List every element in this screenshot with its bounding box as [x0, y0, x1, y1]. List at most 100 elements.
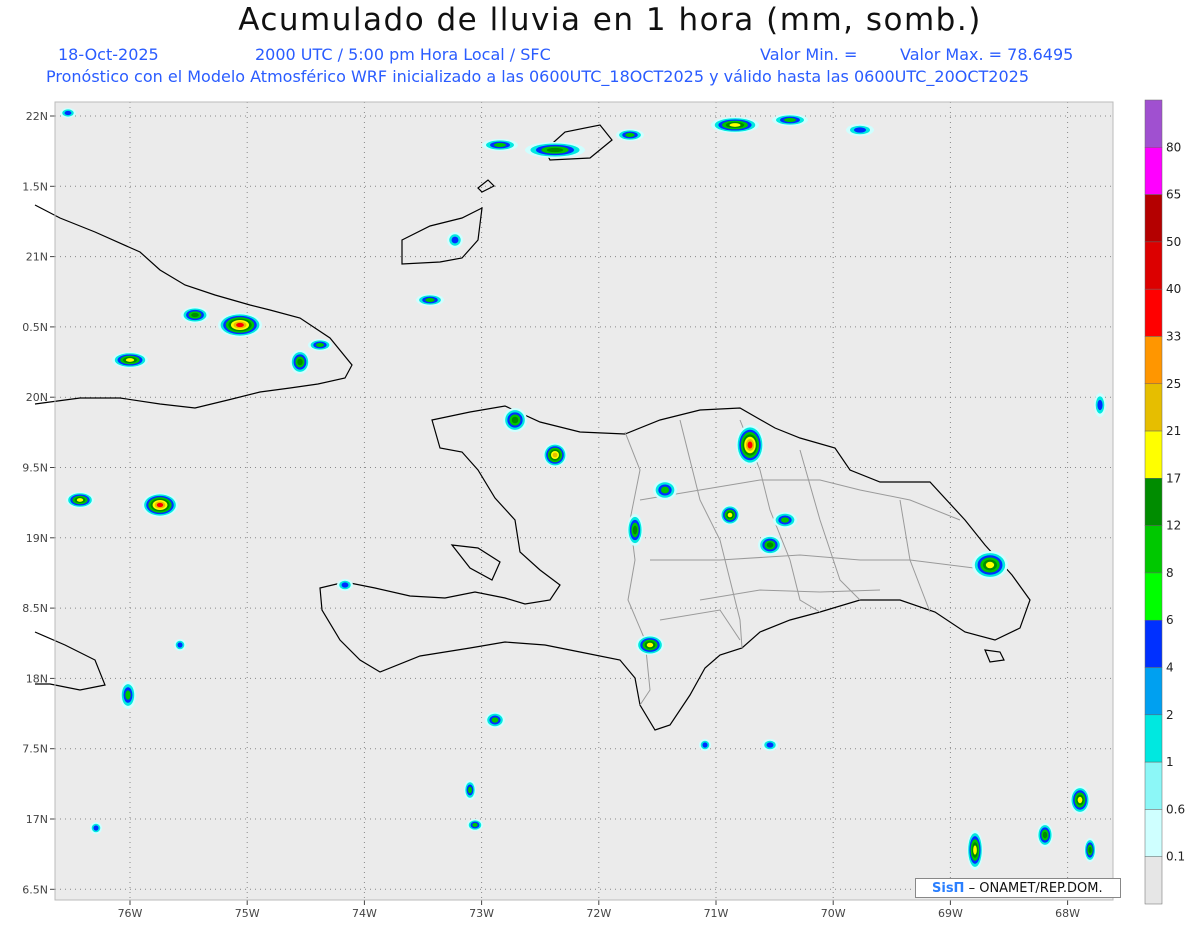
- rain-cell: [1070, 786, 1090, 814]
- colorbar-label: 25: [1166, 377, 1181, 391]
- rain-cell: [773, 512, 797, 528]
- max-value: Valor Max. = 78.6495: [900, 45, 1074, 64]
- rain-contour: [702, 742, 708, 748]
- rain-cell: [772, 114, 808, 126]
- rain-cell: [112, 352, 148, 368]
- colorbar-label: 2: [1166, 708, 1174, 722]
- rain-cell: [337, 579, 353, 591]
- colorbar: 0.10.612468121721253340506580: [1144, 99, 1185, 905]
- rain-contour: [156, 502, 164, 508]
- rain-cell: [711, 117, 759, 133]
- lat-label: 8.5N: [22, 602, 48, 615]
- colorbar-swatch: [1144, 194, 1163, 243]
- rain-contour: [646, 642, 654, 648]
- lon-label: 68W: [1055, 907, 1080, 920]
- lat-label: 19N: [26, 532, 48, 545]
- colorbar-swatch: [1144, 430, 1163, 479]
- rain-cell: [720, 505, 740, 525]
- rain-contour: [985, 561, 995, 569]
- rain-cell: [653, 480, 677, 500]
- rain-cell: [464, 780, 476, 800]
- rain-cell: [846, 124, 874, 136]
- rain-cell: [66, 492, 94, 508]
- lat-label: 9.5N: [22, 462, 48, 475]
- rain-contour: [552, 452, 558, 458]
- colorbar-swatch: [1144, 572, 1163, 621]
- rain-cell: [1084, 838, 1096, 862]
- rain-contour: [341, 582, 349, 588]
- rain-contour: [766, 542, 774, 548]
- credit-box: SisΠ – ONAMET/REP.DOM.: [915, 878, 1121, 898]
- colorbar-label: 17: [1166, 471, 1181, 485]
- colorbar-swatch: [1144, 856, 1163, 905]
- lon-label: 76W: [118, 907, 143, 920]
- lat-label: 21N: [26, 251, 48, 264]
- rain-cell: [525, 142, 585, 158]
- rain-cell: [736, 425, 764, 465]
- rain-contour: [632, 525, 638, 535]
- map-area: [55, 102, 1113, 900]
- rain-contour: [766, 742, 774, 748]
- rain-contour: [781, 517, 789, 523]
- rain-cell: [181, 307, 209, 323]
- rain-cell: [290, 350, 310, 374]
- rain-cell: [616, 129, 644, 141]
- colorbar-label: 12: [1166, 519, 1181, 533]
- rain-contour: [491, 717, 499, 723]
- lon-label: 73W: [469, 907, 494, 920]
- colorbar-swatch: [1144, 288, 1163, 337]
- rain-cell: [90, 822, 102, 834]
- rain-contour: [177, 642, 183, 648]
- rain-contour: [625, 133, 635, 137]
- colorbar-label: 6: [1166, 613, 1174, 627]
- rain-contour: [472, 823, 478, 827]
- rainfall-map: 22N 1.5N 21N 0.5N 20N 9.5N 19N 8.5N 18N 7.5N 17N 6.…: [22, 99, 1185, 920]
- colorbar-swatch: [1144, 619, 1163, 668]
- colorbar-swatch: [1144, 336, 1163, 385]
- lat-label: 1.5N: [22, 180, 48, 193]
- lon-label: 71W: [704, 907, 729, 920]
- lat-label: 17N: [26, 813, 48, 826]
- lat-label: 6.5N: [22, 883, 48, 896]
- rain-contour: [425, 298, 435, 302]
- colorbar-swatch: [1144, 383, 1163, 432]
- colorbar-swatch: [1144, 147, 1163, 195]
- rain-contour: [854, 127, 866, 133]
- colorbar-swatch: [1144, 478, 1163, 526]
- rain-contour: [451, 236, 459, 244]
- colorbar-swatch: [1144, 241, 1163, 290]
- colorbar-label: 33: [1166, 329, 1181, 343]
- colorbar-label: 80: [1166, 140, 1181, 154]
- rain-contour: [76, 498, 84, 502]
- rain-cell: [142, 493, 178, 517]
- credit-text: – ONAMET/REP.DOM.: [968, 881, 1103, 896]
- rain-contour: [1097, 399, 1103, 411]
- lon-label: 69W: [938, 907, 963, 920]
- rain-contour: [784, 118, 796, 122]
- rain-cell: [416, 294, 444, 306]
- rain-contour: [1088, 846, 1092, 854]
- model-info: Pronóstico con el Modelo Atmosférico WRF…: [46, 67, 1030, 86]
- rain-contour: [747, 441, 753, 449]
- lat-label: 20N: [26, 391, 48, 404]
- rain-cell: [543, 443, 567, 467]
- rain-contour: [236, 322, 244, 328]
- colorbar-label: 4: [1166, 661, 1174, 675]
- lon-label: 72W: [586, 907, 611, 920]
- colorbar-swatch: [1144, 761, 1163, 810]
- rain-contour: [727, 512, 733, 518]
- rain-contour: [297, 358, 303, 366]
- colorbar-label: 1: [1166, 755, 1174, 769]
- rain-cell: [972, 551, 1008, 579]
- lon-label: 70W: [821, 907, 846, 920]
- colorbar-label: 0.6: [1166, 802, 1185, 816]
- rain-cell: [60, 108, 76, 118]
- rain-contour: [191, 312, 199, 318]
- rain-contour: [468, 786, 472, 794]
- forecast-time: 2000 UTC / 5:00 pm Hora Local / SFC: [255, 45, 551, 64]
- colorbar-swatch: [1144, 99, 1163, 148]
- lat-label: 0.5N: [22, 321, 48, 334]
- rain-cell: [1037, 823, 1053, 847]
- rain-cell: [467, 819, 483, 831]
- rain-contour: [546, 147, 564, 153]
